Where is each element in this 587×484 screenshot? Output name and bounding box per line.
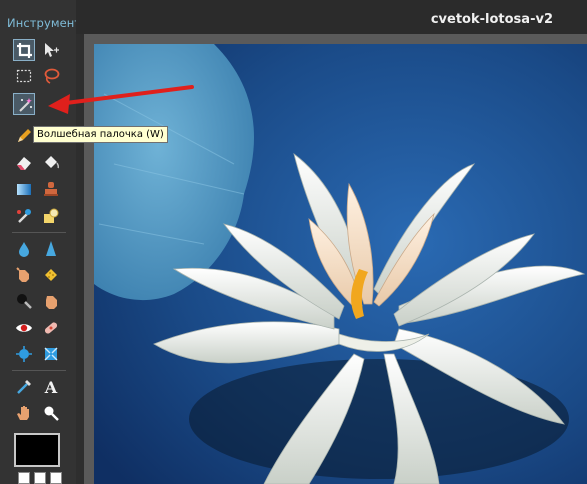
magic-wand-icon xyxy=(19,98,32,112)
color-picker-icon xyxy=(17,380,31,394)
zoom-tool-button[interactable] xyxy=(40,402,62,424)
shape-icon xyxy=(44,208,59,223)
move-icon xyxy=(45,43,59,57)
dodge-tool-button[interactable] xyxy=(13,290,35,312)
paint-bucket-tool-button[interactable] xyxy=(40,152,62,174)
color-picker-tool-button[interactable] xyxy=(13,376,35,398)
drop-icon xyxy=(19,242,29,257)
move-tool-button[interactable] xyxy=(40,39,62,61)
text-tool-button[interactable]: A xyxy=(40,376,62,398)
paint-bucket-icon xyxy=(45,156,60,169)
tool-panel: Инструмент A xyxy=(0,0,81,484)
red-eye-icon xyxy=(16,324,32,332)
smudge-tool-button[interactable] xyxy=(13,264,35,286)
pinch-icon xyxy=(44,347,58,361)
document-title: cvetok-lotosa-v2 xyxy=(430,12,553,27)
red-eye-tool-button[interactable] xyxy=(13,317,35,339)
eraser-tool-button[interactable] xyxy=(13,152,35,174)
burn-icon xyxy=(46,296,57,309)
tool-separator xyxy=(12,232,66,233)
document-header: cvetok-lotosa-v2 xyxy=(76,0,587,34)
background-color-swatch[interactable] xyxy=(50,472,62,484)
gradient-icon xyxy=(17,184,31,195)
spot-heal-icon xyxy=(44,322,58,334)
sponge-icon xyxy=(45,269,57,281)
svg-text:A: A xyxy=(44,378,58,396)
hand-tool-button[interactable] xyxy=(13,402,35,424)
sharpen-tool-button[interactable] xyxy=(40,238,62,260)
pinch-tool-button[interactable] xyxy=(40,343,62,365)
sharpen-icon xyxy=(46,241,56,256)
tool-panel-title: Инструмент xyxy=(7,16,82,30)
bloat-tool-button[interactable] xyxy=(13,343,35,365)
magic-wand-tool-button[interactable] xyxy=(13,93,35,115)
hand-icon xyxy=(17,406,29,420)
eraser-icon xyxy=(17,157,31,170)
tool-tooltip: Волшебная палочка (W) xyxy=(33,126,168,143)
color-replace-icon xyxy=(17,209,31,223)
pencil-tool-button[interactable] xyxy=(13,125,35,147)
spot-heal-tool-button[interactable] xyxy=(40,317,62,339)
text-icon: A xyxy=(44,378,58,396)
foreground-color-swatch[interactable] xyxy=(14,433,60,467)
clone-stamp-tool-button[interactable] xyxy=(40,178,62,200)
crop-tool-button[interactable] xyxy=(13,39,35,61)
annotation-arrow xyxy=(48,85,194,114)
pencil-icon xyxy=(18,129,31,142)
shape-tool-button[interactable] xyxy=(40,205,62,227)
default-colors-swatch[interactable] xyxy=(18,472,30,484)
sponge-tool-button[interactable] xyxy=(40,264,62,286)
photo-editor-window: Инструмент A Волшебная палочка (W) cveto… xyxy=(0,0,587,484)
blur-tool-button[interactable] xyxy=(13,238,35,260)
bloat-icon xyxy=(16,346,32,362)
smudge-icon xyxy=(16,267,29,282)
clone-stamp-icon xyxy=(44,182,58,196)
color-replace-tool-button[interactable] xyxy=(13,205,35,227)
marquee-icon xyxy=(16,69,32,83)
gradient-tool-button[interactable] xyxy=(13,178,35,200)
dodge-icon xyxy=(17,294,32,309)
burn-tool-button[interactable] xyxy=(40,290,62,312)
swap-colors-swatch[interactable] xyxy=(34,472,46,484)
zoom-icon xyxy=(44,406,59,421)
marquee-tool-button[interactable] xyxy=(13,65,35,87)
crop-icon xyxy=(17,43,32,58)
tool-separator xyxy=(12,370,66,371)
